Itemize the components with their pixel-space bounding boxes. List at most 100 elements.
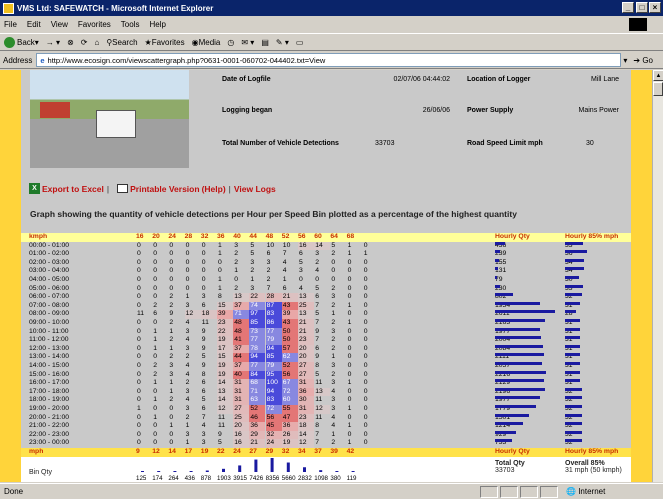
bin-cell: 21 [298,319,314,328]
began-label: Logging began [222,107,273,114]
search-button[interactable]: ⚲ Search [106,38,137,47]
bin-cell: 4 [185,396,190,404]
bin-cell: 27 [233,405,250,414]
favorites-button[interactable]: ★ Favorites [145,38,185,47]
menu-edit[interactable]: Edit [27,20,41,29]
minimize-button[interactable]: _ [622,2,634,13]
maximize-button[interactable]: □ [636,2,648,13]
bin-cell: 0 [234,276,238,283]
bin-cell: 2 [331,250,336,258]
bin-cell: 0 [363,310,368,318]
bin-cell: 2 [266,276,271,283]
view-logs-link[interactable]: View Logs [234,184,276,194]
bin-cell: 36 [249,422,266,431]
bin-cell: 3 [331,327,336,335]
bin-cell: 3 [185,344,190,352]
table-row: 05:00 - 06:00 0 0 0 0 0 1 2 3 7 6 4 5 2 0 0 230 33 [21,284,631,294]
overall-85: Overall 85% 31 mph (50 kmph) [565,460,622,474]
bin-cell: 0 [185,241,190,249]
bin-cell: 28 [265,293,282,302]
media-button[interactable]: ◉ Media [192,38,221,47]
table-row: 11:00 - 12:00 0 1 2 4 9 19 41 77 79 50 23 7 2 0 0 2004 31 [21,336,631,345]
hourly-85-bar [565,379,581,383]
bin-cell: 31 [298,379,314,388]
stop-icon[interactable]: ⊗ [67,38,74,47]
bin-cell: 4 [185,336,190,344]
bin-cell: 2 [153,362,157,369]
bin-cell: 31 [233,379,250,388]
address-dropdown-icon[interactable]: ▾ [623,56,627,65]
bin-cell: 36 [281,422,298,431]
bin-count-label: 5660 [282,475,296,482]
mail-icon[interactable]: ✉ ▾ [241,38,254,47]
hourly-qty-bar [495,362,543,365]
menu-view[interactable]: View [51,20,68,29]
bin-cell: 2 [185,379,190,387]
printable-version-link[interactable]: Printable Version [130,184,199,194]
vertical-scrollbar[interactable]: ▲ [652,70,663,482]
bin-cell: 1 [282,276,287,283]
bin-cell: 2 [169,353,174,361]
help-link[interactable]: (Help) [202,184,226,194]
bin-cell: 1 [347,319,352,326]
bin-cell: 0 [347,327,352,335]
bin-cell: 0 [169,250,174,258]
bin-cell: 6 [266,250,271,258]
edit-icon[interactable]: ✎ ▾ [276,38,289,47]
home-icon[interactable]: ⌂ [94,38,99,47]
print-icon[interactable]: ▤ [261,38,269,47]
bin-cell: 0 [331,258,336,266]
bin-cell: 0 [153,258,157,266]
bin-cell: 22 [217,327,233,337]
refresh-icon[interactable]: ⟳ [81,38,88,47]
bin-cell: 0 [137,396,141,404]
bin-cell: 1 [137,405,141,412]
bin-cell: 14 [314,241,331,251]
bin-cell: 39 [281,310,298,319]
bin-cell: 0 [137,370,141,378]
go-button[interactable]: ➔ Go [633,56,653,65]
menu-help[interactable]: Help [149,20,165,29]
bin-cell: 0 [363,353,368,361]
bin-cell: 0 [363,327,368,335]
menu-favorites[interactable]: Favorites [78,20,111,29]
export-excel-link[interactable]: Export to Excel [42,184,104,194]
hourly-qty: 1977 [495,396,541,405]
table-row: 18:00 - 19:00 0 1 2 4 5 14 31 63 83 60 30 11 3 0 0 1977 3… [21,396,631,405]
scroll-up-icon[interactable]: ▲ [653,70,663,81]
time-range: 02:00 - 03:00 [29,258,70,266]
time-range: 21:00 - 22:00 [29,422,70,430]
hourly-qty-bar [495,405,536,408]
bin-cell: 0 [137,379,141,387]
bin-cell: 3 [185,301,190,309]
bin-cell: 6 [201,379,206,387]
bin-cell: 0 [363,439,368,447]
menu-tools[interactable]: Tools [121,20,140,29]
history-icon[interactable]: ◷ [227,38,234,47]
bin-cell: 3 [250,258,255,266]
bin-cell: 0 [185,276,190,283]
close-button[interactable]: × [649,2,661,13]
status-segment [500,485,518,498]
menu-file[interactable]: File [4,20,17,29]
bin-cell: 6 [282,284,287,292]
scroll-thumb[interactable] [653,82,663,96]
back-button[interactable]: Back ▾ [4,36,39,48]
forward-button[interactable]: → ▾ [46,38,60,47]
time-range: 08:00 - 09:00 [29,310,70,318]
bin-count-label: 1098 [314,475,328,482]
bin-cell: 29 [249,430,266,440]
bin-cell: 9 [169,310,174,318]
hourly-qty-bar [495,301,540,305]
bin-cell: 1 [331,310,336,318]
bin-cell: 4 [315,267,319,275]
bin-cell: 0 [137,422,141,430]
bin-cell: 3 [266,258,271,266]
bin-cell: 3 [299,267,303,275]
discuss-icon[interactable]: ▭ [296,38,304,47]
bin-cell: 0 [331,276,336,283]
hourly-85-bar [565,405,582,408]
address-input[interactable]: e http://www.ecosign.com/viewscattergrap… [36,53,622,67]
hourly-85-bar [565,258,585,262]
kmph-bin-header: 28 [184,233,193,240]
